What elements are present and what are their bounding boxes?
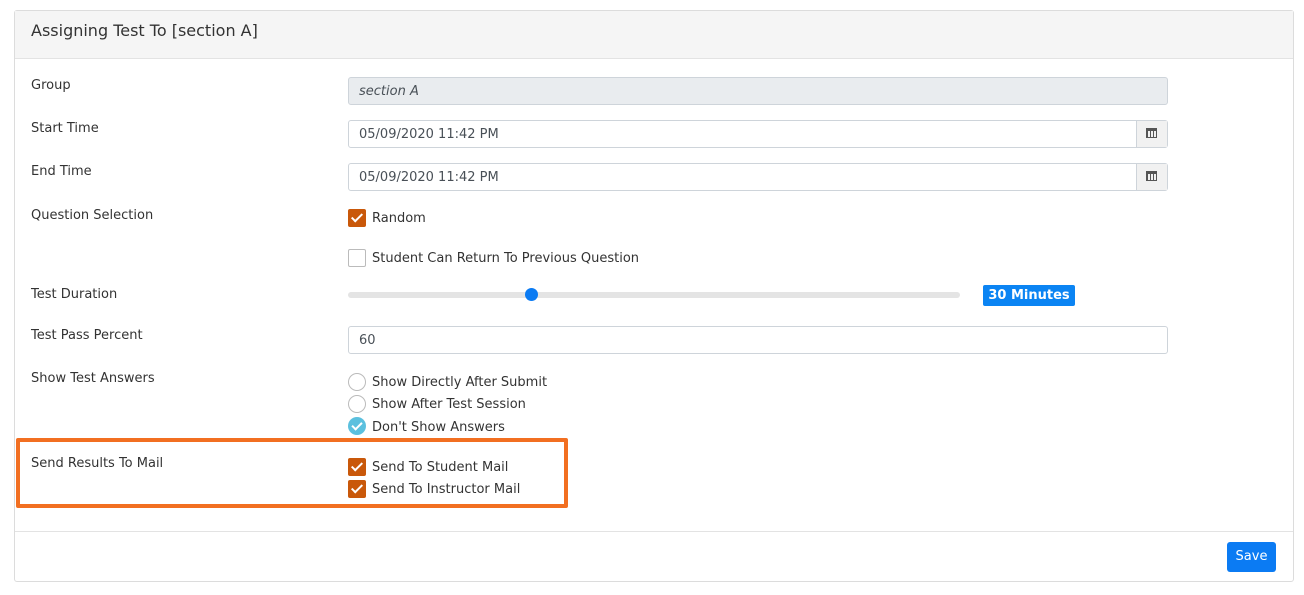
show-answers-label: Show Test Answers: [31, 371, 155, 386]
calendar-icon: [1146, 128, 1157, 138]
start-time-value: 05/09/2020 11:42 PM: [359, 127, 499, 142]
random-checkbox[interactable]: [348, 209, 366, 227]
show-after-submit-label: Show Directly After Submit: [372, 375, 548, 390]
group-value: section A: [359, 84, 419, 99]
dont-show-answers-label: Don't Show Answers: [372, 420, 505, 435]
duration-slider-track[interactable]: [348, 292, 960, 298]
show-after-session-label: Show After Test Session: [372, 397, 526, 412]
show-after-submit-radio[interactable]: [348, 373, 366, 391]
end-time-input[interactable]: 05/09/2020 11:42 PM: [348, 163, 1168, 191]
end-time-label: End Time: [31, 164, 92, 179]
start-time-label: Start Time: [31, 121, 99, 136]
group-field: section A: [348, 77, 1168, 105]
save-button[interactable]: Save: [1227, 542, 1276, 572]
panel-title: Assigning Test To [section A]: [31, 21, 258, 40]
show-after-session-radio[interactable]: [348, 395, 366, 413]
duration-value-badge: 30 Minutes: [983, 285, 1075, 306]
end-time-picker-button[interactable]: [1136, 164, 1167, 190]
start-time-input[interactable]: 05/09/2020 11:42 PM: [348, 120, 1168, 148]
return-previous-label: Student Can Return To Previous Question: [372, 251, 640, 266]
pass-percent-value: 60: [359, 333, 376, 348]
random-label: Random: [372, 211, 426, 226]
highlight-box: [16, 438, 568, 508]
pass-percent-input[interactable]: 60: [348, 326, 1168, 354]
question-selection-label: Question Selection: [31, 208, 154, 223]
test-duration-label: Test Duration: [31, 287, 118, 302]
group-label: Group: [31, 78, 71, 93]
pass-percent-label: Test Pass Percent: [31, 328, 143, 343]
start-time-picker-button[interactable]: [1136, 121, 1167, 147]
return-previous-checkbox[interactable]: [348, 249, 366, 267]
footer-divider: [15, 531, 1293, 532]
dont-show-answers-radio[interactable]: [348, 417, 366, 435]
end-time-value: 05/09/2020 11:42 PM: [359, 170, 499, 185]
panel-header: Assigning Test To [section A]: [15, 11, 1293, 59]
calendar-icon: [1146, 171, 1157, 181]
duration-slider-thumb[interactable]: [525, 288, 538, 301]
